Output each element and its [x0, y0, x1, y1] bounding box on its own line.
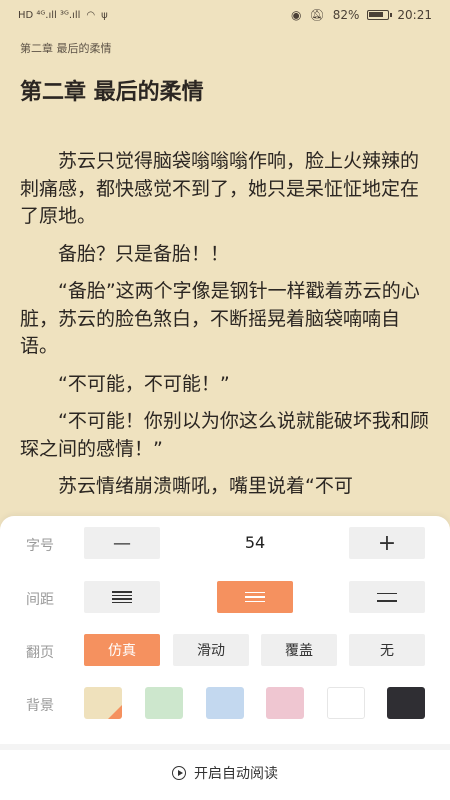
auto-read-button[interactable]: 开启自动阅读 [0, 756, 450, 790]
reader-settings-panel: 字号 — 54 + 间距 翻页 仿真 滑动 覆盖 无 背景 开启自动阅读 [0, 516, 450, 800]
chapter-header: 第二章 最后的柔情 [20, 42, 112, 55]
page-turn-cover-button[interactable]: 覆盖 [261, 634, 337, 666]
background-swatch-dark[interactable] [387, 687, 425, 719]
auto-read-label: 开启自动阅读 [194, 766, 278, 782]
decrease-font-button[interactable]: — [84, 527, 160, 559]
background-swatch-beige[interactable] [84, 687, 122, 719]
paragraph: “不可能，不可能！” [58, 372, 230, 395]
background-swatch-blue[interactable] [206, 687, 244, 719]
battery-percent: 82% [332, 8, 360, 22]
background-swatch-white[interactable] [327, 687, 365, 719]
page-turn-row: 翻页 仿真 滑动 覆盖 无 [0, 634, 450, 666]
wifi-icon: ◠ [86, 9, 96, 21]
minus-icon: — [113, 532, 131, 554]
eye-icon: ◉ [291, 8, 302, 22]
spacing-wide-icon [377, 592, 397, 602]
selected-check-icon [108, 705, 122, 719]
page-turn-label: 翻页 [26, 645, 54, 661]
reader-content[interactable]: 苏云只觉得脑袋嗡嗡嗡作响，脸上火辣辣的刺痛感，都快感觉不到了，她只是呆怔怔地定在… [20, 148, 432, 511]
spacing-medium-button[interactable] [217, 581, 293, 613]
chapter-title: 第二章 最后的柔情 [20, 80, 204, 105]
increase-font-button[interactable]: + [349, 527, 425, 559]
status-right: ◉ 🔕︎ 82% 20:21 [291, 8, 432, 22]
spacing-tight-button[interactable] [84, 581, 160, 613]
mute-icon: 🔕︎ [309, 8, 325, 22]
background-row: 背景 [0, 687, 450, 719]
clock: 20:21 [397, 8, 432, 22]
font-size-row: 字号 — 54 + [0, 527, 450, 559]
page-turn-simulate-button[interactable]: 仿真 [84, 634, 160, 666]
usb-icon: ψ [101, 9, 108, 21]
font-size-label: 字号 [26, 538, 54, 554]
spacing-wide-button[interactable] [349, 581, 425, 613]
spacing-tight-icon [112, 591, 132, 603]
paragraph: 备胎？只是备胎！！ [58, 242, 230, 265]
network-status: HD ⁴ᴳ.ıll ³ᴳ.ıll [18, 9, 81, 21]
spacing-row: 间距 [0, 581, 450, 613]
background-label: 背景 [26, 698, 54, 714]
divider [0, 744, 450, 750]
page-turn-none-button[interactable]: 无 [349, 634, 425, 666]
paragraph: “备胎”这两个字像是钢针一样戳着苏云的心脏，苏云的脸色煞白，不断摇晃着脑袋喃喃自… [20, 280, 420, 357]
paragraph: 苏云情绪崩溃嘶吼，嘴里说着“不可 [58, 475, 353, 497]
spacing-medium-icon [245, 591, 265, 603]
background-swatch-green[interactable] [145, 687, 183, 719]
font-size-value: 54 [244, 533, 266, 552]
status-left: HD ⁴ᴳ.ıll ³ᴳ.ıll ◠ ψ [18, 10, 108, 21]
battery-icon [367, 10, 393, 20]
page-turn-slide-button[interactable]: 滑动 [173, 634, 249, 666]
background-swatch-pink[interactable] [266, 687, 304, 719]
paragraph: 苏云只觉得脑袋嗡嗡嗡作响，脸上火辣辣的刺痛感，都快感觉不到了，她只是呆怔怔地定在… [20, 150, 420, 227]
plus-icon: + [377, 530, 397, 556]
play-circle-icon [172, 766, 186, 780]
status-bar: HD ⁴ᴳ.ıll ³ᴳ.ıll ◠ ψ ◉ 🔕︎ 82% 20:21 [0, 0, 450, 30]
spacing-label: 间距 [26, 592, 54, 608]
paragraph: “不可能！你别以为你这么说就能破坏我和顾琛之间的感情！” [20, 410, 429, 460]
